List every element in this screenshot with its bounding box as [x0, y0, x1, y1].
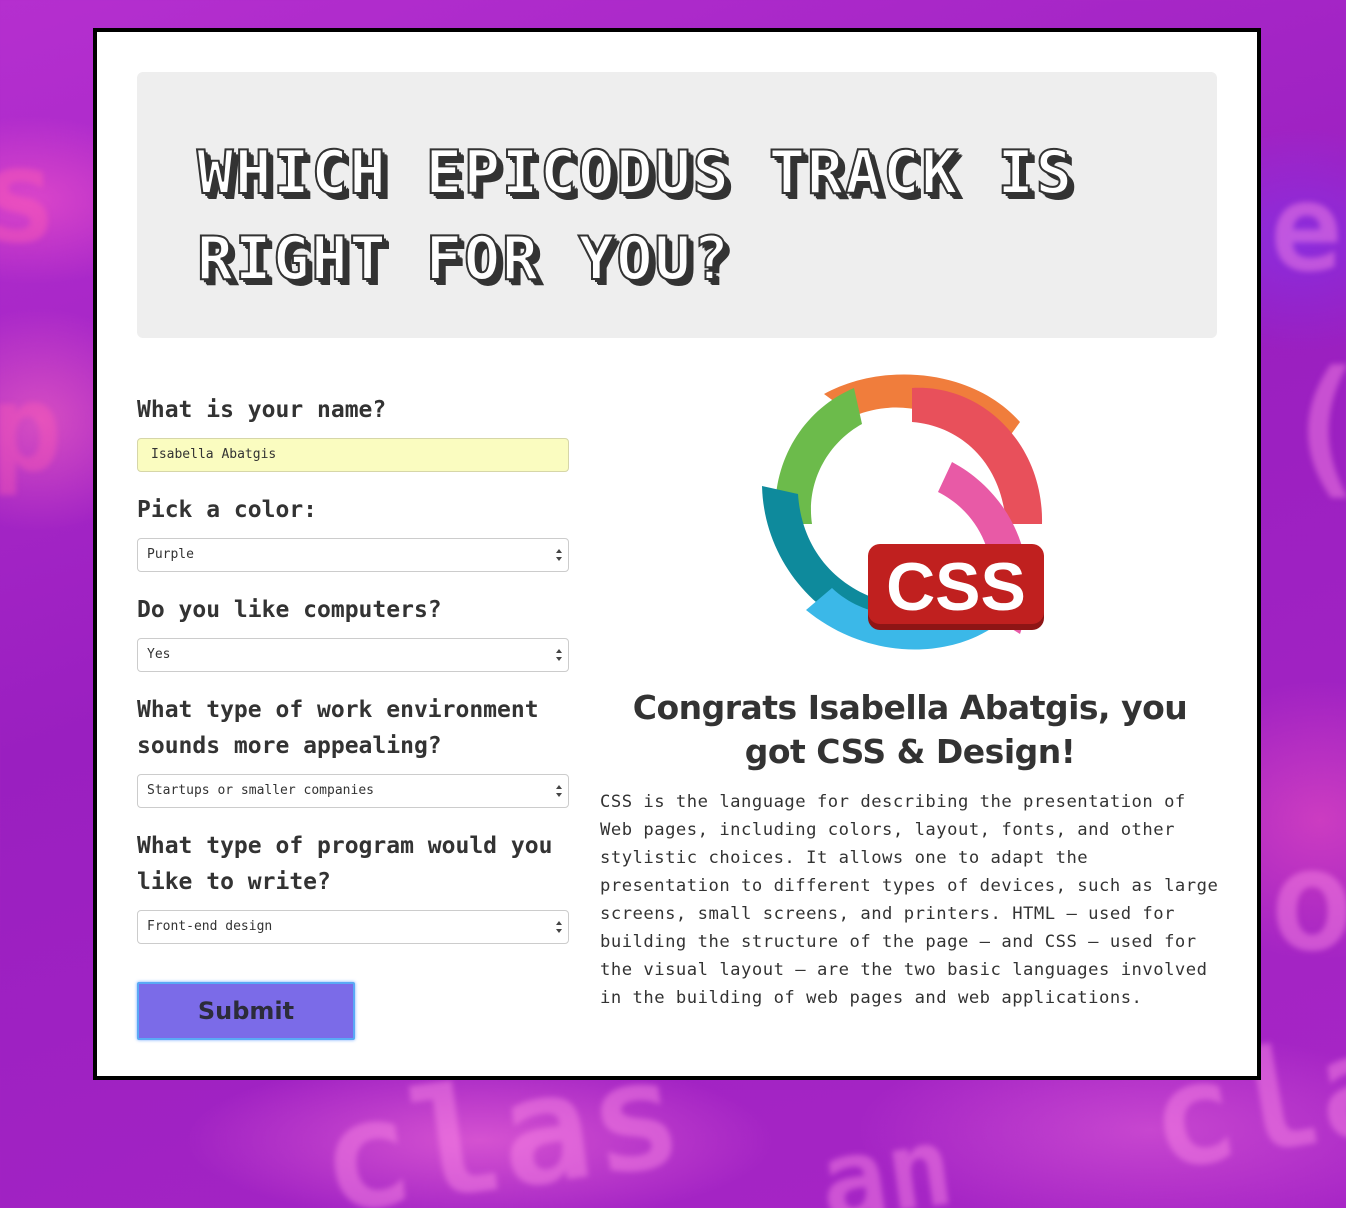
environment-select-value: Startups or smaller companies [147, 783, 374, 798]
name-input[interactable]: Isabella Abatgis [137, 438, 569, 472]
page-title: Which Epicodus track is right for you? [196, 137, 1074, 295]
program-select-value: Front-end design [147, 919, 273, 934]
program-question-label: What type of program would you like to w… [137, 833, 553, 895]
select-arrows-icon [554, 646, 564, 664]
name-question-label: What is your name? [137, 397, 387, 423]
program-select[interactable]: Front-end design [137, 910, 569, 944]
quiz-card: Which Epicodus track is right for you? W… [93, 28, 1261, 1080]
environment-question-label: What type of work environment sounds mor… [137, 697, 539, 759]
computers-select[interactable]: Yes [137, 638, 569, 672]
environment-select[interactable]: Startups or smaller companies [137, 774, 569, 808]
css-logo-text: CSS [886, 549, 1026, 625]
result-title: Congrats Isabella Abatgis, you got CSS &… [632, 688, 1188, 771]
select-arrows-icon [554, 918, 564, 936]
computers-question-label: Do you like computers? [137, 597, 442, 623]
header-jumbotron: Which Epicodus track is right for you? [137, 72, 1217, 338]
submit-button[interactable]: Submit [137, 982, 355, 1040]
computers-select-value: Yes [147, 647, 171, 662]
color-question-label: Pick a color: [137, 497, 318, 523]
select-arrows-icon [554, 546, 564, 564]
result-description: CSS is the language for describing the p… [600, 792, 1219, 1008]
color-select[interactable]: Purple [137, 538, 569, 572]
color-select-value: Purple [147, 547, 194, 562]
css-logo-icon: CSS [762, 374, 1044, 650]
select-arrows-icon [554, 782, 564, 800]
